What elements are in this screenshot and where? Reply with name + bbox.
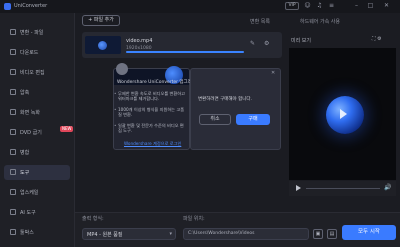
sidebar-item-label: 비디오 편집	[20, 70, 45, 76]
login-link[interactable]: Wondershare 계정으로 로그인	[124, 141, 181, 147]
file-location-value: C:\Users\Wondershare\Videos	[188, 231, 255, 236]
user-avatar-icon	[116, 63, 128, 75]
sidebar-item-download[interactable]: 다운로드	[4, 45, 70, 60]
folder-icon[interactable]: ▣	[313, 229, 323, 239]
dialog-message: 변환하려면 구매해야 합니다.	[198, 97, 252, 102]
chevron-down-icon: ▾	[169, 231, 172, 237]
headset-icon[interactable]: ♫	[315, 2, 324, 10]
feature-bullet: 일괄 변환 및 전문가 수준의 비디오 편집 도구.	[114, 123, 186, 133]
sidebar-item-merge[interactable]: 병합	[4, 145, 70, 160]
record-icon	[10, 109, 16, 115]
close-icon[interactable]: ✕	[271, 70, 275, 76]
sidebar-item-dvd[interactable]: DVD 굽기 NEW	[4, 125, 74, 140]
sidebar-item-label: 다운로드	[20, 50, 39, 56]
sidebar-item-label: 변환 - 파일	[20, 30, 44, 36]
seek-bar[interactable]	[306, 188, 380, 189]
upgrade-heading: Wondershare UniConverter 업그레이드	[117, 80, 201, 85]
feature-bullet: 무제한 변환 속도로 비디오를 변환하고 워터마크를 제거합니다.	[114, 91, 186, 101]
editor-icon	[10, 69, 16, 75]
feature-bullet: 1000개 이상의 형식을 지원하는 고품질 변환.	[114, 107, 186, 117]
sidebar-item-label: 업스케일	[20, 190, 39, 196]
sidebar-item-label: 도구	[20, 170, 30, 176]
edit-icon[interactable]: ✎	[250, 40, 255, 47]
sidebar-item-compress[interactable]: 압축	[4, 85, 70, 100]
compress-icon	[10, 89, 16, 95]
preview-title: 미리 보기	[291, 38, 311, 44]
sidebar-item-label: 병합	[20, 150, 30, 156]
sidebar-item-label: 화면 녹화	[20, 110, 40, 116]
sidebar-item-label: 툴박스	[20, 230, 34, 236]
sidebar-item-record[interactable]: 화면 녹화	[4, 105, 70, 120]
start-all-button[interactable]: 모두 시작	[342, 225, 396, 240]
sidebar-item-ai-tools[interactable]: AI 도구	[4, 205, 70, 220]
sidebar: 변환 - 파일 다운로드 비디오 편집 압축 화면 녹화 DVD 굽기 NEW 병…	[0, 13, 75, 247]
app-title: UniConverter	[14, 3, 48, 9]
output-format-label: 출력 형식:	[82, 216, 104, 222]
buy-button[interactable]: 구매	[236, 114, 270, 125]
menu-icon[interactable]: ≡	[327, 2, 336, 10]
app-logo-icon	[4, 3, 11, 10]
purchase-dialog	[190, 68, 281, 150]
merge-files-icon[interactable]: ▤	[327, 229, 337, 239]
toolbox-icon	[10, 229, 16, 235]
file-location-label: 파일 위치:	[183, 216, 205, 222]
file-location-field[interactable]: C:\Users\Wondershare\Videos	[183, 228, 309, 240]
play-overlay-icon[interactable]	[340, 109, 347, 119]
ai-icon	[10, 209, 16, 215]
sidebar-item-tools[interactable]: 도구	[4, 165, 70, 180]
volume-icon[interactable]: 🔊	[384, 184, 391, 191]
upscale-icon	[10, 189, 16, 195]
play-icon[interactable]	[296, 185, 301, 191]
sidebar-item-upscale[interactable]: 업스케일	[4, 185, 70, 200]
sidebar-item-toolbox[interactable]: 툴박스	[4, 225, 70, 240]
convert-icon	[10, 29, 16, 35]
download-icon	[10, 49, 16, 55]
title-bar	[0, 0, 400, 13]
dvd-icon	[10, 129, 16, 135]
merge-icon	[10, 149, 16, 155]
vip-button[interactable]: VIP	[285, 2, 299, 10]
maximize-icon[interactable]: □	[366, 2, 375, 10]
file-name: video.mp4	[126, 38, 153, 44]
file-row[interactable]: video.mp4 1920x1080 ✎ ⚙	[82, 32, 282, 58]
add-file-button[interactable]: + 파일 추가	[82, 15, 120, 26]
conversion-progress	[126, 51, 244, 53]
convert-list-label: 변환 목록	[250, 19, 270, 25]
sidebar-item-editor[interactable]: 비디오 편집	[4, 65, 70, 80]
cancel-button[interactable]: 취소	[199, 114, 231, 125]
close-window-icon[interactable]: ✕	[382, 2, 391, 10]
output-format-value: MP4 - 원본 품질	[87, 232, 123, 238]
sidebar-item-label: DVD 굽기	[20, 130, 42, 136]
sidebar-item-convert[interactable]: 변환 - 파일	[4, 25, 70, 40]
user-icon[interactable]: ☺	[303, 2, 312, 10]
sidebar-item-label: 압축	[20, 90, 30, 96]
output-format-select[interactable]: MP4 - 원본 품질 ▾	[82, 228, 176, 240]
new-badge: NEW	[60, 126, 74, 132]
settings-icon[interactable]: ⚙	[264, 40, 269, 47]
tools-icon	[10, 169, 16, 175]
video-thumbnail	[85, 36, 121, 54]
sidebar-item-label: AI 도구	[20, 210, 36, 216]
minimize-icon[interactable]: –	[352, 2, 361, 10]
hardware-acceleration-toggle[interactable]: 하드웨어 가속 사용	[300, 18, 340, 25]
preview-controls[interactable]: ⛶ ⚙	[372, 36, 382, 42]
